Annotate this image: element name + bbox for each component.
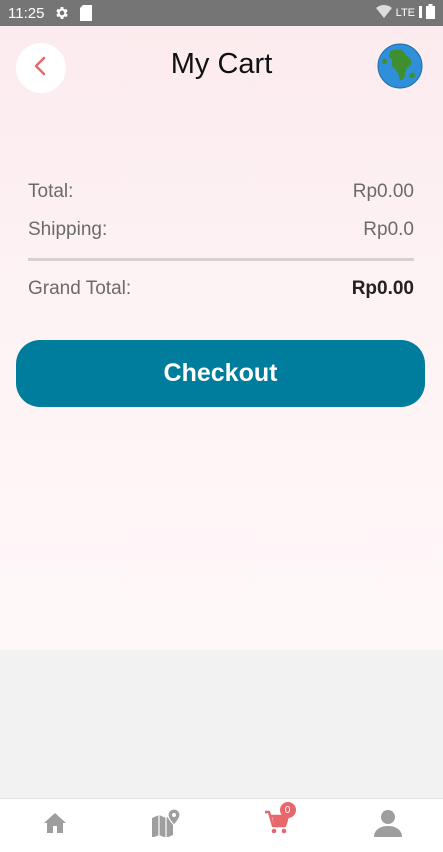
signal-icon <box>419 5 422 22</box>
shipping-row: Shipping: Rp0.0 <box>28 219 414 241</box>
home-icon <box>43 812 67 839</box>
status-bar: 11:25 LTE <box>0 0 443 26</box>
grand-total-value: Rp0.00 <box>351 278 414 299</box>
header: My Cart <box>0 26 443 108</box>
nav-profile[interactable] <box>332 799 443 852</box>
battery-icon <box>426 3 435 23</box>
checkout-button[interactable]: Checkout <box>16 340 425 407</box>
grand-total-row: Grand Total: Rp0.00 <box>28 278 414 300</box>
bottom-nav: 0 <box>0 798 443 852</box>
settings-icon <box>54 5 70 21</box>
nav-cart[interactable]: 0 <box>222 799 333 852</box>
grand-total-label: Grand Total: <box>28 278 132 299</box>
profile-icon <box>373 809 403 842</box>
map-icon <box>151 808 181 842</box>
cart-badge: 0 <box>279 802 296 818</box>
divider <box>28 258 414 261</box>
screen: 11:25 LTE My Cart Total: Rp0.00 Shipping… <box>0 0 443 852</box>
status-time: 11:25 <box>8 4 45 22</box>
sd-card-icon <box>80 5 93 21</box>
cart-page: My Cart Total: Rp0.00 Shipping: Rp0.0 Gr… <box>0 26 443 650</box>
globe-icon[interactable] <box>377 43 423 89</box>
empty-area <box>0 650 443 798</box>
wifi-icon <box>375 4 392 22</box>
nav-map[interactable] <box>111 799 222 852</box>
status-right: LTE <box>375 3 435 23</box>
total-value: Rp0.00 <box>352 181 414 202</box>
total-label: Total: <box>28 181 74 202</box>
network-type: LTE <box>395 7 415 19</box>
total-row: Total: Rp0.00 <box>28 181 414 203</box>
shipping-label: Shipping: <box>28 219 108 240</box>
nav-home[interactable] <box>0 799 111 852</box>
shipping-value: Rp0.0 <box>363 219 414 240</box>
